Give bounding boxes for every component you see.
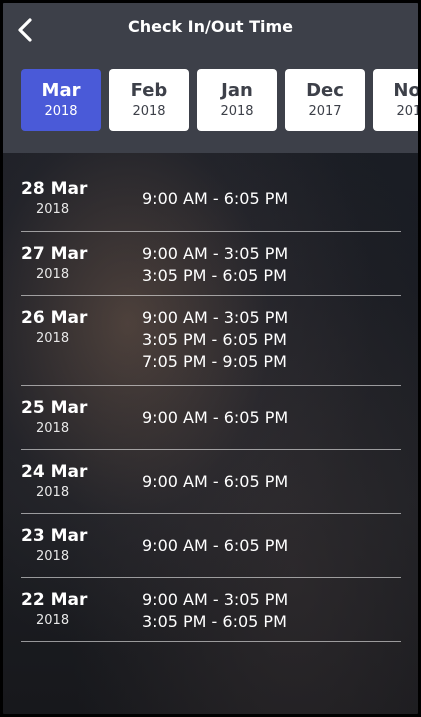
date-day: 28 Mar — [21, 179, 88, 199]
date: 27 Mar 2018 — [21, 243, 142, 295]
month-name: Mar — [41, 80, 81, 101]
date-day: 22 Mar — [21, 590, 88, 610]
month-tab-jan-2018[interactable]: Jan 2018 — [197, 69, 277, 131]
date-year: 2018 — [36, 613, 70, 628]
list-item: 23 Mar 2018 9:00 AM - 6:05 PM — [21, 514, 401, 578]
month-year: 2017 — [396, 104, 418, 119]
time-range: 9:00 AM - 6:05 PM — [142, 408, 289, 427]
list-item: 24 Mar 2018 9:00 AM - 6:05 PM — [21, 450, 401, 514]
date-year: 2018 — [36, 421, 70, 436]
time-range: 3:05 PM - 6:05 PM — [142, 266, 287, 285]
time-ranges: 9:00 AM - 6:05 PM — [142, 397, 401, 449]
time-range: 9:00 AM - 6:05 PM — [142, 472, 289, 491]
month-tab-mar-2018[interactable]: Mar 2018 — [21, 69, 101, 131]
date-year: 2018 — [36, 485, 70, 500]
month-name: Dec — [306, 80, 344, 101]
time-ranges: 9:00 AM - 3:05 PM 3:05 PM - 6:05 PM 7:05… — [142, 307, 401, 385]
date-day: 23 Mar — [21, 526, 88, 546]
date-year: 2018 — [36, 202, 70, 217]
header: Check In/Out Time Mar 2018 Feb 2018 Jan … — [3, 3, 418, 153]
time-ranges: 9:00 AM - 3:05 PM 3:05 PM - 6:05 PM — [142, 589, 401, 641]
month-tab-nov-2017[interactable]: Nov 2017 — [373, 69, 418, 131]
month-name: Jan — [221, 80, 253, 101]
time-ranges: 9:00 AM - 6:05 PM — [142, 461, 401, 513]
time-range: 9:00 AM - 6:05 PM — [142, 189, 289, 208]
time-range: 9:00 AM - 6:05 PM — [142, 536, 289, 555]
date: 23 Mar 2018 — [21, 525, 142, 577]
time-ranges: 9:00 AM - 6:05 PM — [142, 525, 401, 577]
date-day: 26 Mar — [21, 308, 88, 328]
attendance-list: 28 Mar 2018 9:00 AM - 6:05 PM 27 Mar 201… — [21, 167, 401, 642]
list-item: 27 Mar 2018 9:00 AM - 3:05 PM 3:05 PM - … — [21, 232, 401, 296]
date: 28 Mar 2018 — [21, 178, 142, 231]
month-year: 2018 — [220, 104, 254, 119]
date: 24 Mar 2018 — [21, 461, 142, 513]
month-tab-dec-2017[interactable]: Dec 2017 — [285, 69, 365, 131]
time-range: 9:00 AM - 3:05 PM — [142, 244, 289, 263]
time-range: 3:05 PM - 6:05 PM — [142, 330, 287, 349]
month-selector[interactable]: Mar 2018 Feb 2018 Jan 2018 Dec 2017 Nov … — [21, 69, 418, 131]
date: 25 Mar 2018 — [21, 397, 142, 449]
list-item: 25 Mar 2018 9:00 AM - 6:05 PM — [21, 386, 401, 450]
date-year: 2018 — [36, 549, 70, 564]
month-year: 2018 — [132, 104, 166, 119]
month-name: Feb — [130, 80, 168, 101]
month-name: Nov — [393, 80, 418, 101]
screen: Check In/Out Time Mar 2018 Feb 2018 Jan … — [0, 0, 421, 717]
date: 22 Mar 2018 — [21, 589, 142, 641]
list-item: 26 Mar 2018 9:00 AM - 3:05 PM 3:05 PM - … — [21, 296, 401, 386]
list-item: 28 Mar 2018 9:00 AM - 6:05 PM — [21, 167, 401, 232]
date-day: 25 Mar — [21, 398, 88, 418]
time-ranges: 9:00 AM - 3:05 PM 3:05 PM - 6:05 PM — [142, 243, 401, 295]
date-year: 2018 — [36, 331, 70, 346]
date-year: 2018 — [36, 267, 70, 282]
month-year: 2018 — [44, 104, 78, 119]
time-range: 3:05 PM - 6:05 PM — [142, 612, 287, 631]
date-day: 24 Mar — [21, 462, 88, 482]
time-range: 9:00 AM - 3:05 PM — [142, 590, 289, 609]
month-year: 2017 — [308, 104, 342, 119]
month-tab-feb-2018[interactable]: Feb 2018 — [109, 69, 189, 131]
date: 26 Mar 2018 — [21, 307, 142, 385]
page-title: Check In/Out Time — [128, 17, 293, 36]
list-item: 22 Mar 2018 9:00 AM - 3:05 PM 3:05 PM - … — [21, 578, 401, 642]
time-range: 9:00 AM - 3:05 PM — [142, 308, 289, 327]
date-day: 27 Mar — [21, 244, 88, 264]
time-ranges: 9:00 AM - 6:05 PM — [142, 178, 401, 231]
time-range: 7:05 PM - 9:05 PM — [142, 352, 287, 371]
